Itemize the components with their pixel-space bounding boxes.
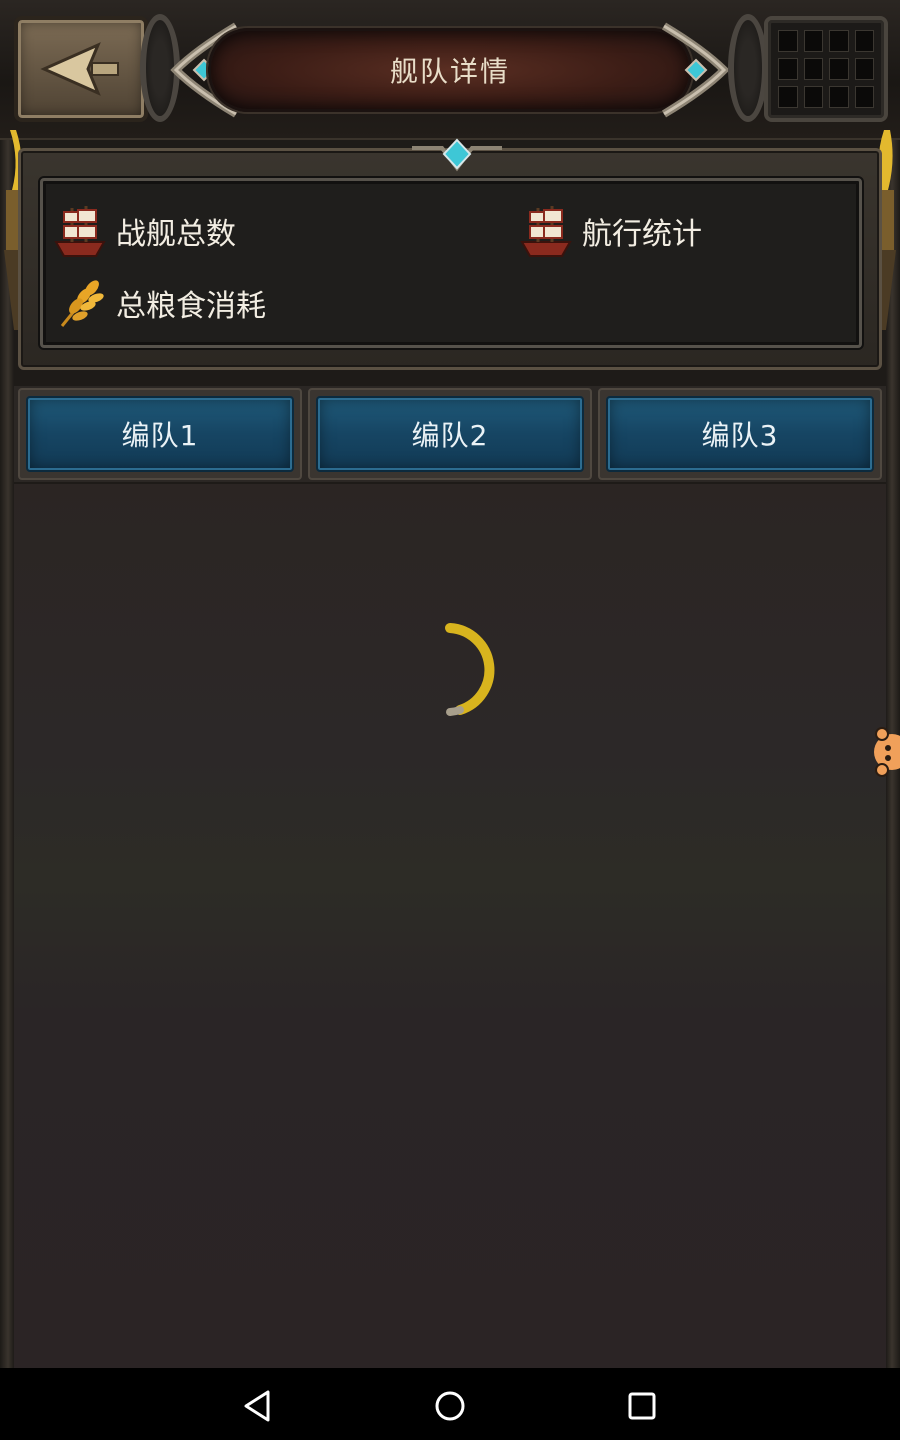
tab-label: 编队2 bbox=[411, 419, 489, 452]
grid-menu-button[interactable] bbox=[764, 16, 888, 122]
tab-face: 编队2 bbox=[316, 396, 584, 472]
grid-icon-cell bbox=[829, 58, 849, 80]
android-navigation-bar bbox=[0, 1368, 900, 1440]
tab-face: 编队3 bbox=[606, 396, 874, 472]
grid-icon-cell bbox=[829, 30, 849, 52]
tab-formation-3[interactable]: 编队3 bbox=[598, 388, 882, 480]
grid-icon-cell bbox=[778, 86, 798, 108]
diamond-ornament-icon bbox=[412, 138, 502, 172]
grid-icon-cell bbox=[854, 86, 874, 108]
nav-back-icon[interactable] bbox=[238, 1386, 278, 1426]
stat-total-food-consumption: 总粮食消耗 bbox=[56, 276, 266, 330]
grid-icon-cell bbox=[854, 30, 874, 52]
grid-icon-cell bbox=[778, 30, 798, 52]
food-consumption-label: 总粮食消耗 bbox=[116, 289, 266, 324]
page-title: 舰队详情 bbox=[389, 55, 510, 88]
floating-assistant-icon[interactable] bbox=[872, 724, 900, 780]
grid-icon-cell bbox=[803, 58, 823, 80]
total-warships-label: 战舰总数 bbox=[116, 217, 236, 252]
title-plate: 舰队详情 bbox=[208, 28, 692, 112]
tab-face: 编队1 bbox=[26, 396, 294, 472]
grid-icon-cell bbox=[803, 30, 823, 52]
fleet-content-area bbox=[14, 484, 886, 1368]
grid-icon-cell bbox=[854, 58, 874, 80]
grid-icon-cell bbox=[803, 86, 823, 108]
right-ornament-icon bbox=[661, 22, 730, 118]
stat-total-warships: 战舰总数 bbox=[52, 202, 236, 260]
tab-formation-1[interactable]: 编队1 bbox=[18, 388, 302, 480]
right-ring-decoration bbox=[728, 14, 768, 122]
voyage-statistics-label: 航行统计 bbox=[582, 217, 702, 252]
tab-formation-2[interactable]: 编队2 bbox=[308, 388, 592, 480]
grid-icon-cell bbox=[829, 86, 849, 108]
warship-icon bbox=[52, 202, 108, 260]
tab-label: 编队1 bbox=[121, 419, 199, 452]
grid-icon-cell bbox=[778, 58, 798, 80]
nav-recents-icon[interactable] bbox=[622, 1386, 662, 1426]
wheat-icon bbox=[56, 276, 108, 330]
back-button[interactable] bbox=[14, 16, 148, 122]
stat-voyage-statistics: 航行统计 bbox=[518, 202, 702, 260]
tab-label: 编队3 bbox=[701, 419, 779, 452]
header-bar: 舰队详情 bbox=[0, 0, 900, 140]
warship-icon bbox=[518, 202, 574, 260]
nav-home-icon[interactable] bbox=[430, 1386, 470, 1426]
loading-spinner-icon bbox=[445, 623, 495, 716]
back-arrow-icon bbox=[40, 42, 119, 96]
